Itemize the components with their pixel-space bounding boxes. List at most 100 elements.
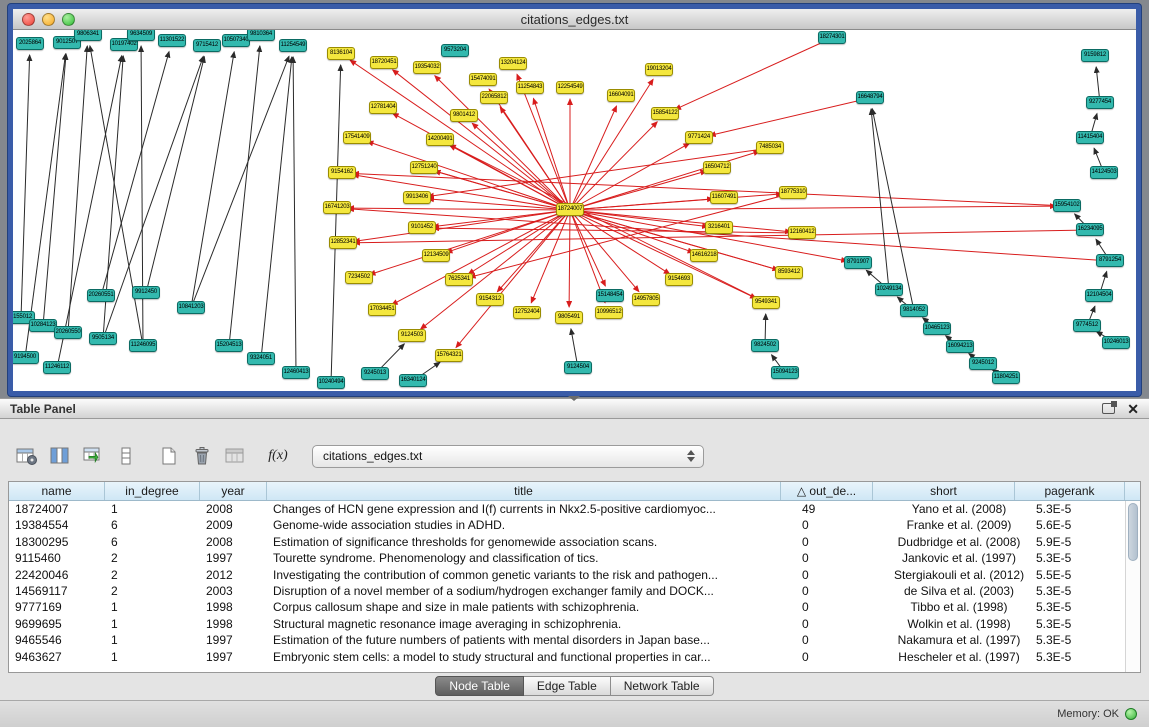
- graph-node[interactable]: 9913406: [403, 191, 431, 204]
- graph-node[interactable]: 13204124: [499, 57, 527, 70]
- graph-node[interactable]: 19354032: [413, 61, 441, 74]
- graph-node[interactable]: 7234502: [345, 271, 373, 284]
- graph-node[interactable]: 9154693: [665, 273, 693, 286]
- graph-node[interactable]: 9159812: [1081, 49, 1109, 62]
- graph-node[interactable]: 12104504: [1085, 289, 1113, 302]
- graph-node[interactable]: 9810364: [247, 30, 275, 41]
- graph-node[interactable]: 12852341: [329, 236, 357, 249]
- graph-node[interactable]: 12460413: [282, 366, 310, 379]
- graph-node[interactable]: 9805491: [555, 311, 583, 324]
- zoom-window-button[interactable]: [62, 13, 75, 26]
- graph-node[interactable]: 10996512: [595, 306, 623, 319]
- graph-node[interactable]: 15204513: [215, 339, 243, 352]
- minimize-window-button[interactable]: [42, 13, 55, 26]
- graph-node[interactable]: 18724007: [556, 203, 584, 216]
- graph-node[interactable]: 16504712: [703, 161, 731, 174]
- window-titlebar[interactable]: citations_edges.txt: [13, 9, 1136, 30]
- graph-node[interactable]: 12160412: [788, 226, 816, 239]
- graph-node[interactable]: 11415404: [1076, 131, 1104, 144]
- graph-node[interactable]: 18720451: [370, 56, 398, 69]
- table-row[interactable]: 946554611997Estimation of the future num…: [9, 632, 1140, 648]
- graph-node[interactable]: 10284123: [29, 319, 57, 332]
- table-row[interactable]: 977716911998Corpus callosum shape and si…: [9, 599, 1140, 615]
- graph-node[interactable]: 16094213: [946, 340, 974, 353]
- tab-network-table[interactable]: Network Table: [611, 676, 714, 696]
- column-header-3[interactable]: title: [267, 482, 781, 500]
- graph-node[interactable]: 11301522: [158, 34, 186, 47]
- table-row[interactable]: 969969511998Structural magnetic resonanc…: [9, 616, 1140, 632]
- import-table-button[interactable]: [220, 442, 250, 470]
- graph-node[interactable]: 14200491: [426, 133, 454, 146]
- graph-node[interactable]: 9245013: [361, 367, 389, 380]
- graph-node[interactable]: 9774512: [1073, 319, 1101, 332]
- column-header-1[interactable]: in_degree: [105, 482, 200, 500]
- table-row[interactable]: 1938455462009Genome-wide association stu…: [9, 517, 1140, 533]
- graph-node[interactable]: 16648794: [856, 91, 884, 104]
- graph-node[interactable]: 20260551: [87, 289, 115, 302]
- graph-node[interactable]: 9124503: [398, 329, 426, 342]
- graph-node[interactable]: 10507340: [222, 34, 250, 47]
- graph-node[interactable]: 7485034: [756, 141, 784, 154]
- graph-node[interactable]: 2025864: [16, 37, 44, 50]
- graph-node[interactable]: 14957805: [632, 293, 660, 306]
- graph-node[interactable]: 11254843: [516, 81, 544, 94]
- panel-divider-handle[interactable]: [568, 396, 580, 401]
- graph-node[interactable]: 8791254: [1096, 254, 1124, 267]
- graph-node[interactable]: 20260550: [54, 326, 82, 339]
- function-builder-button[interactable]: f(x): [263, 442, 293, 470]
- graph-node[interactable]: 9154162: [328, 166, 356, 179]
- graph-node[interactable]: 9814052: [900, 304, 928, 317]
- graph-node[interactable]: 18775310: [779, 186, 807, 199]
- graph-node[interactable]: 17034451: [368, 303, 396, 316]
- graph-node[interactable]: 8791907: [844, 256, 872, 269]
- edit-table-button[interactable]: [78, 442, 108, 470]
- table-row[interactable]: 1830029562008Estimation of significance …: [9, 534, 1140, 550]
- column-header-0[interactable]: name: [9, 482, 105, 500]
- graph-node[interactable]: 17541409: [343, 131, 371, 144]
- new-column-button[interactable]: [154, 442, 184, 470]
- column-header-4[interactable]: △ out_de...: [781, 482, 873, 500]
- graph-node[interactable]: 12254549: [556, 81, 584, 94]
- graph-node[interactable]: 10240494: [317, 376, 345, 389]
- table-options-button[interactable]: [12, 442, 42, 470]
- table-row[interactable]: 946362711997Embryonic stem cells: a mode…: [9, 649, 1140, 665]
- graph-node[interactable]: 12134509: [422, 249, 450, 262]
- table-vertical-scrollbar[interactable]: [1125, 501, 1140, 672]
- graph-node[interactable]: 11254549: [279, 39, 307, 52]
- graph-node[interactable]: 16340124: [399, 374, 427, 387]
- graph-node[interactable]: 12781404: [369, 101, 397, 114]
- close-window-button[interactable]: [22, 13, 35, 26]
- graph-node[interactable]: 9324051: [247, 352, 275, 365]
- graph-node[interactable]: 9245012: [969, 357, 997, 370]
- delete-column-button[interactable]: [187, 442, 217, 470]
- graph-node[interactable]: 15148454: [596, 289, 624, 302]
- table-row[interactable]: 1456911722003Disruption of a novel membe…: [9, 583, 1140, 599]
- tab-edge-table[interactable]: Edge Table: [524, 676, 611, 696]
- column-header-2[interactable]: year: [200, 482, 267, 500]
- graph-node[interactable]: 16604091: [607, 89, 635, 102]
- column-header-6[interactable]: pagerank: [1015, 482, 1125, 500]
- graph-node[interactable]: 9154312: [476, 293, 504, 306]
- graph-node[interactable]: 15954102: [1053, 199, 1081, 212]
- table-selector-dropdown[interactable]: citations_edges.txt: [312, 445, 704, 468]
- graph-node[interactable]: 9277454: [1086, 96, 1114, 109]
- table-row[interactable]: 2242004622012Investigating the contribut…: [9, 567, 1140, 583]
- graph-node[interactable]: 9771424: [685, 131, 713, 144]
- graph-node[interactable]: 11246095: [129, 339, 157, 352]
- graph-node[interactable]: 9101452: [408, 221, 436, 234]
- memory-status-icon[interactable]: [1125, 708, 1137, 720]
- graph-node[interactable]: 9806341: [74, 30, 102, 41]
- graph-node[interactable]: 7625341: [445, 273, 473, 286]
- graph-node[interactable]: 16741203: [323, 201, 351, 214]
- scrollbar-thumb[interactable]: [1128, 503, 1138, 561]
- graph-node[interactable]: 9912450: [132, 286, 160, 299]
- graph-node[interactable]: 8593412: [775, 266, 803, 279]
- graph-node[interactable]: 9801412: [450, 109, 478, 122]
- graph-node[interactable]: 11607491: [710, 191, 738, 204]
- graph-node[interactable]: 14616218: [690, 249, 718, 262]
- graph-node[interactable]: 16234095: [1076, 223, 1104, 236]
- graph-node[interactable]: 9194500: [13, 351, 39, 364]
- graph-node[interactable]: 10246013: [1102, 336, 1130, 349]
- graph-node[interactable]: 15474091: [469, 73, 497, 86]
- graph-node[interactable]: 9124504: [564, 361, 592, 374]
